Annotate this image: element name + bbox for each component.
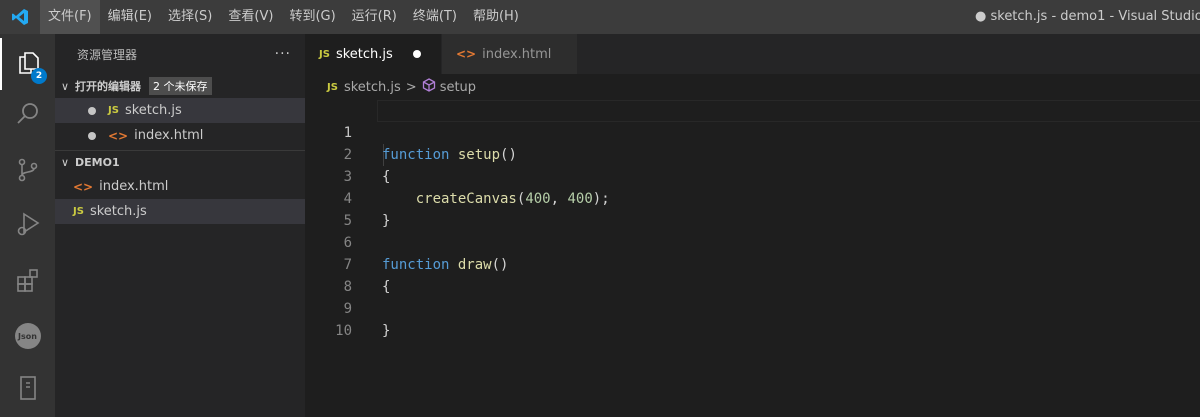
chevron-down-icon: ∨ — [61, 79, 70, 93]
html-file-icon: <> — [108, 128, 129, 143]
menu-run[interactable]: 运行(R) — [344, 0, 405, 34]
tab-sketch-js[interactable]: JS sketch.js — [305, 34, 441, 74]
folder-section[interactable]: ∨ DEMO1 — [55, 150, 305, 174]
javascript-file-icon: JS — [108, 105, 119, 116]
vscode-logo-icon — [0, 0, 40, 34]
javascript-file-icon: JS — [73, 206, 84, 217]
extensions-icon — [15, 267, 41, 297]
more-actions-button[interactable]: ··· — [275, 46, 291, 62]
code-line: 3 createCanvas(400, 400); — [305, 144, 1200, 207]
code-line: 6 function draw() — [305, 210, 1200, 273]
unsaved-dot-icon — [88, 106, 96, 115]
menu-edit[interactable]: 编辑(E) — [100, 0, 160, 34]
code-line: 2 { — [305, 122, 1200, 185]
explorer-badge: 2 — [31, 68, 47, 84]
html-file-icon: <> — [73, 179, 94, 194]
tab-index-html[interactable]: <> index.html — [441, 34, 577, 74]
menu-file[interactable]: 文件(F) — [40, 0, 100, 34]
open-editor-label: index.html — [134, 128, 204, 143]
title-bar: 文件(F) 编辑(E) 选择(S) 查看(V) 转到(G) 运行(R) 终端(T… — [0, 0, 1200, 34]
menu-view[interactable]: 查看(V) — [220, 0, 281, 34]
code-line: 7 { — [305, 232, 1200, 295]
unsaved-count-badge: 2 个未保存 — [149, 77, 212, 95]
line-number: 10 — [335, 323, 352, 339]
open-editors-label: 打开的编辑器 — [75, 80, 141, 93]
menu-terminal[interactable]: 终端(T) — [405, 0, 465, 34]
search-activity-button[interactable] — [0, 90, 55, 142]
file-tree-label: sketch.js — [89, 204, 147, 219]
menu-bar: 文件(F) 编辑(E) 选择(S) 查看(V) 转到(G) 运行(R) 终端(T… — [40, 0, 527, 34]
file-tree-label: index.html — [99, 179, 169, 194]
code-line: 5 — [305, 188, 1200, 229]
chevron-down-icon: ∨ — [61, 156, 70, 169]
symbol-method-icon — [422, 78, 436, 96]
code-line: 9 } — [305, 276, 1200, 339]
code-line: 1 function setup() — [305, 100, 1200, 163]
extensions-activity-button[interactable] — [0, 256, 55, 308]
file-tree-item[interactable]: <> index.html — [55, 174, 305, 199]
search-icon — [15, 101, 41, 131]
file-tree-item[interactable]: JS sketch.js — [55, 199, 305, 224]
explorer-header: 资源管理器 ··· — [55, 34, 305, 74]
breadcrumb: JS sketch.js > setup — [305, 74, 1200, 100]
remote-activity-button[interactable] — [0, 364, 55, 416]
source-control-icon — [15, 157, 41, 187]
tab-label: index.html — [482, 46, 552, 62]
json-icon-label: Json — [18, 331, 37, 341]
folder-label: DEMO1 — [75, 156, 120, 169]
run-debug-icon — [15, 211, 41, 241]
javascript-file-icon: JS — [319, 48, 330, 60]
html-file-icon: <> — [456, 47, 477, 61]
code-line: 8 — [305, 254, 1200, 295]
code-text: } — [382, 323, 391, 339]
menu-selection[interactable]: 选择(S) — [160, 0, 220, 34]
chevron-right-icon: > — [405, 79, 417, 95]
activity-bar: 2 Json — [0, 34, 55, 417]
explorer-sidebar: 资源管理器 ··· ∨ 打开的编辑器 2 个未保存 JS sketch.js <… — [55, 34, 305, 417]
explorer-activity-button[interactable]: 2 — [0, 38, 55, 90]
source-control-activity-button[interactable] — [0, 146, 55, 198]
json-icon: Json — [14, 323, 41, 349]
code-line: 4 } — [305, 166, 1200, 229]
open-editor-label: sketch.js — [124, 103, 182, 118]
unsaved-dot-icon[interactable] — [412, 50, 421, 58]
open-editor-item[interactable]: <> index.html — [55, 123, 305, 148]
device-icon — [15, 375, 41, 405]
open-editor-item[interactable]: JS sketch.js — [55, 98, 305, 123]
explorer-title: 资源管理器 — [77, 47, 138, 62]
code-editor[interactable]: 1 function setup() 2 { 3 createCanvas(40… — [305, 100, 1200, 417]
open-editors-section[interactable]: ∨ 打开的编辑器 2 个未保存 — [55, 74, 305, 98]
window-title: ● sketch.js - demo1 - Visual Studio Code — [975, 9, 1200, 24]
javascript-file-icon: JS — [327, 81, 338, 93]
tab-label: sketch.js — [335, 46, 393, 62]
run-debug-activity-button[interactable] — [0, 200, 55, 252]
menu-help[interactable]: 帮助(H) — [465, 0, 527, 34]
menu-go[interactable]: 转到(G) — [281, 0, 343, 34]
json-activity-button[interactable]: Json — [0, 310, 55, 362]
editor-tabs: JS sketch.js <> index.html — [305, 34, 1200, 74]
unsaved-dot-icon — [88, 131, 96, 140]
code-line: 10 — [305, 298, 1200, 339]
breadcrumb-file[interactable]: sketch.js — [344, 80, 401, 95]
breadcrumb-symbol[interactable]: setup — [440, 80, 476, 95]
